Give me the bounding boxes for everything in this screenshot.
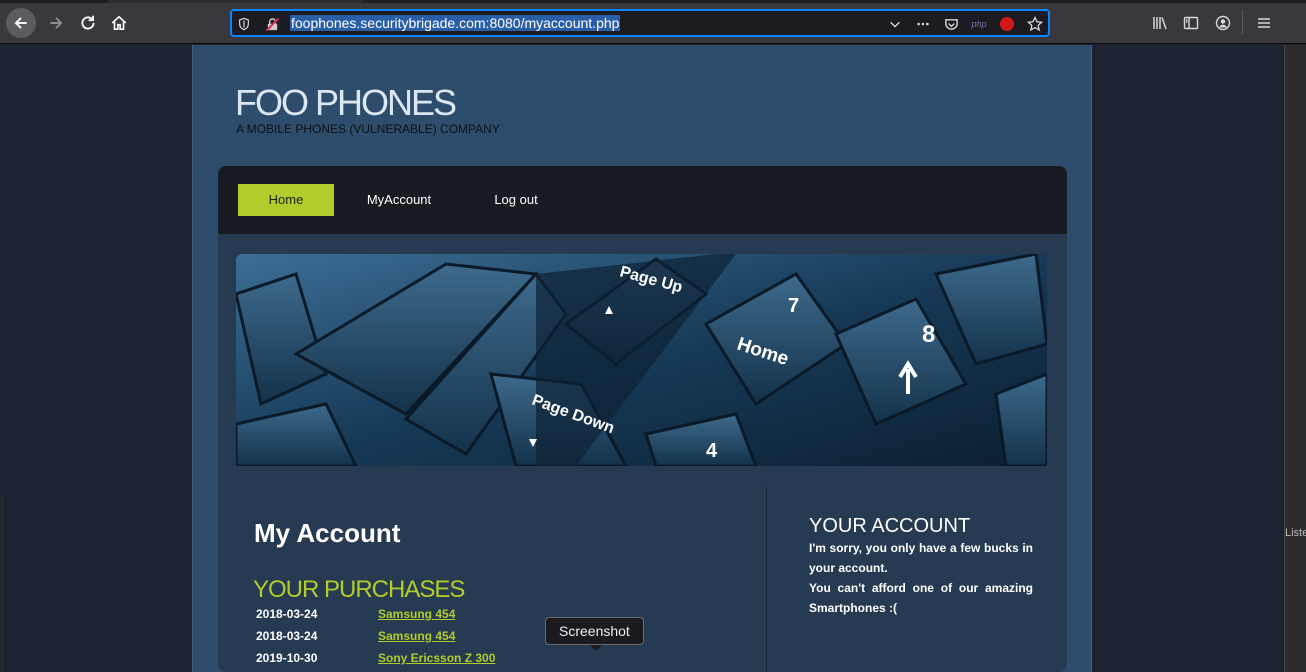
arrow-left-icon	[14, 17, 27, 29]
page-viewport: Liste FOO PHONES A MOBILE PHONES (VULNER…	[0, 45, 1306, 672]
account-heading: YOUR ACCOUNT	[809, 515, 971, 537]
url-text[interactable]: foophones.securitybrigade.com:8080/myacc…	[290, 15, 621, 31]
nav-myaccount[interactable]: MyAccount	[354, 184, 444, 216]
hamburger-menu-icon[interactable]	[1254, 13, 1274, 33]
nav-home[interactable]: Home	[238, 184, 334, 216]
browser-toolbar: foophones.securitybrigade.com:8080/myacc…	[0, 0, 1306, 44]
home-button[interactable]	[104, 8, 134, 38]
purchase-date: 2018-03-24	[256, 607, 318, 621]
purchase-product-link[interactable]: Samsung 454	[378, 607, 455, 621]
page-actions-menu-icon[interactable]	[914, 15, 932, 33]
extension-block-icon[interactable]	[998, 15, 1016, 33]
site-logo[interactable]: FOO PHONES	[235, 83, 457, 123]
purchase-product-link[interactable]: Samsung 454	[378, 629, 455, 643]
toolbar-separator	[1242, 10, 1243, 34]
active-tab[interactable]	[108, 0, 363, 3]
column-divider	[766, 486, 767, 672]
purchase-product-link[interactable]: Sony Ericsson Z 300	[378, 651, 495, 665]
site-container: FOO PHONES A MOBILE PHONES (VULNERABLE) …	[192, 45, 1092, 672]
address-bar[interactable]: foophones.securitybrigade.com:8080/myacc…	[230, 9, 1050, 37]
keyboard-banner-image: Page Up Page Down Home 7 8 4	[236, 254, 1047, 466]
banner-key-4: 4	[706, 440, 718, 462]
home-icon	[111, 15, 127, 31]
library-icon[interactable]	[1150, 13, 1170, 33]
arrow-right-icon	[50, 17, 63, 29]
tracking-shield-icon[interactable]	[236, 16, 252, 32]
site-tagline: A MOBILE PHONES (VULNERABLE) COMPANY	[236, 122, 500, 136]
account-message-line-1: I'm sorry, you only have a few bucks in …	[809, 541, 1033, 575]
account-icon[interactable]	[1213, 13, 1233, 33]
php-extension-icon[interactable]: php	[970, 15, 988, 33]
chevron-down-icon[interactable]	[886, 15, 904, 33]
nav-logout[interactable]: Log out	[478, 184, 554, 216]
left-panel-edge	[0, 495, 4, 672]
back-button[interactable]	[6, 8, 36, 38]
reload-icon	[81, 15, 95, 30]
bookmark-star-icon[interactable]	[1026, 15, 1044, 33]
page-title: My Account	[254, 518, 401, 548]
account-message: I'm sorry, you only have a few bucks in …	[809, 538, 1033, 618]
content-wrapper: Home MyAccount Log out Page Up Page Down…	[218, 166, 1067, 672]
insecure-lock-icon[interactable]	[264, 16, 280, 32]
sidebar-icon[interactable]	[1181, 13, 1201, 33]
banner-key-7: 7	[788, 295, 799, 317]
side-panel-text: Liste	[1285, 527, 1306, 539]
pocket-icon[interactable]	[942, 15, 960, 33]
purchase-date: 2018-03-24	[256, 629, 318, 643]
right-side-panel: Liste	[1284, 45, 1306, 672]
tab-strip	[0, 0, 1306, 3]
account-message-line-2: You can't afford one of our amazing Smar…	[809, 581, 1033, 615]
forward-button[interactable]	[41, 8, 71, 38]
reload-button[interactable]	[73, 8, 103, 38]
purchase-date: 2019-10-30	[256, 651, 318, 665]
purchases-heading: YOUR PURCHASES	[253, 576, 465, 603]
screenshot-tooltip: Screenshot	[545, 617, 644, 651]
banner-key-8: 8	[922, 321, 935, 348]
main-nav: Home MyAccount Log out	[218, 166, 1067, 234]
